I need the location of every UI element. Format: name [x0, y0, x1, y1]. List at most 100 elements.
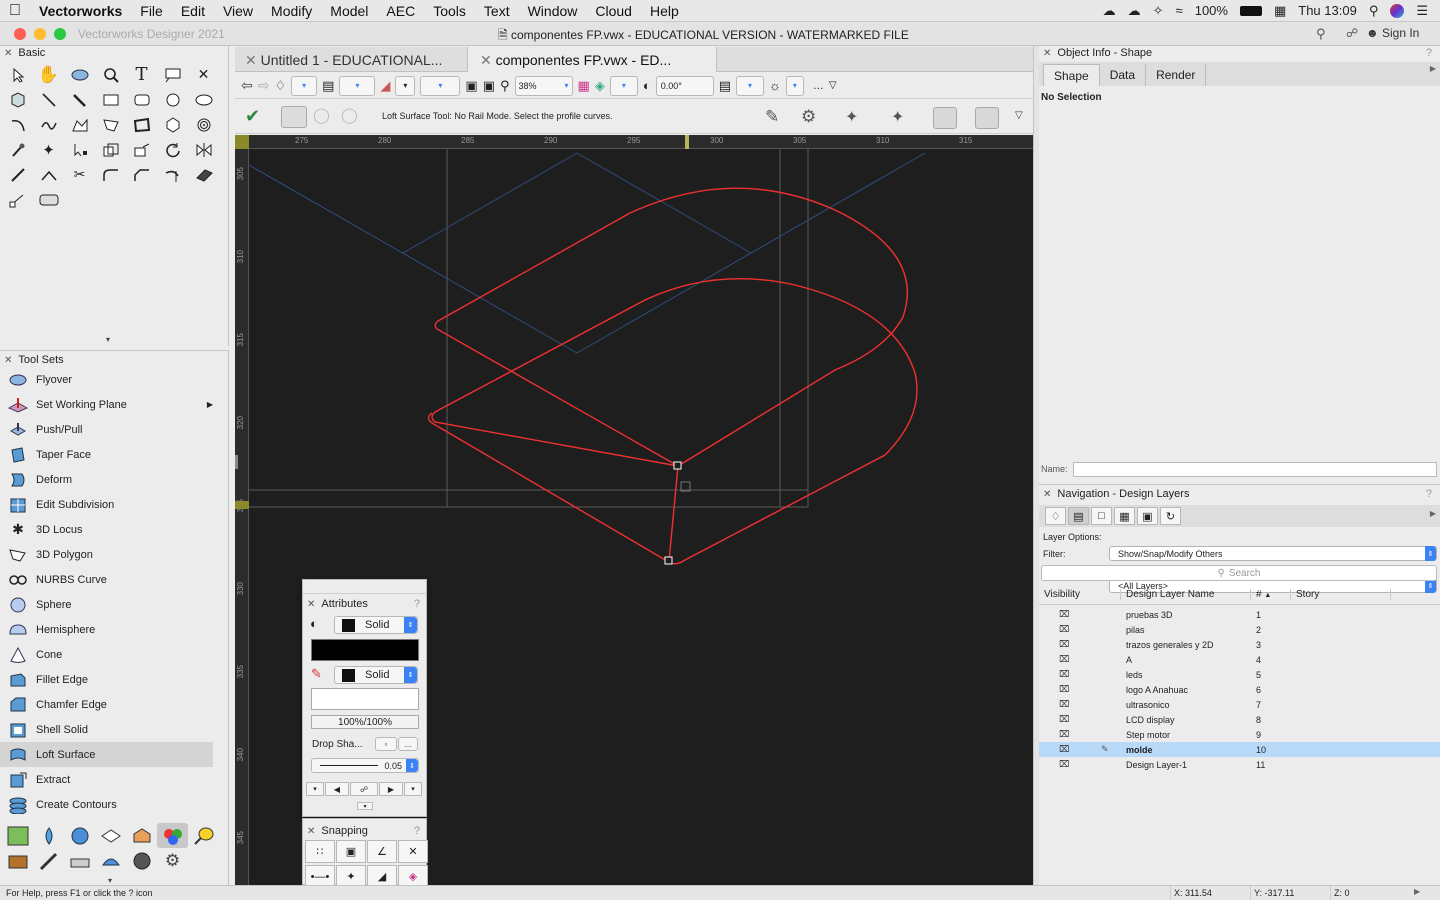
double-line-tool[interactable] — [64, 87, 95, 112]
menu-app[interactable]: Vectorworks — [30, 3, 131, 19]
name-field[interactable] — [1073, 462, 1437, 477]
oval-tool[interactable] — [188, 87, 219, 112]
snap-to-intersection-icon[interactable]: ✕ — [398, 840, 428, 863]
zoom-window-button[interactable] — [54, 28, 66, 40]
column-story[interactable]: Story — [1291, 589, 1391, 600]
notification-center-icon[interactable]: ☰ — [1416, 3, 1428, 19]
pen-preview[interactable] — [311, 688, 419, 710]
spotlight-icon[interactable]: ⚲ — [1369, 3, 1379, 19]
dimension-tool[interactable]: ✕ — [188, 62, 219, 87]
saved-views-tab-icon[interactable]: ▣ — [1137, 507, 1158, 525]
snap-to-angle-icon[interactable]: ∠ — [367, 840, 397, 863]
battery-icon[interactable] — [1239, 5, 1262, 16]
tab-untitled[interactable]: ✕ Untitled 1 - EDUCATIONAL... — [245, 52, 442, 69]
layers-icon[interactable]: ▤ — [322, 78, 334, 94]
building-shell-toolset-icon[interactable] — [64, 823, 95, 848]
saved-views-icon[interactable]: ♢ — [274, 78, 286, 94]
clip-tool[interactable] — [2, 187, 33, 212]
zoom-fit-icon[interactable]: ▣ — [465, 78, 477, 94]
submenu-arrow-icon[interactable]: ▶ — [207, 400, 213, 409]
help-icon[interactable]: ? — [1426, 488, 1440, 500]
help-icon[interactable]: ? — [414, 825, 426, 837]
column-number[interactable]: # ▲ — [1251, 589, 1291, 600]
pen-style-dropdown[interactable]: Solid ⇕ — [334, 666, 418, 684]
visibility-toggle-icon[interactable]: ⌧ — [1039, 729, 1121, 740]
no-rail-mode-button[interactable] — [281, 106, 307, 128]
callout-tool[interactable] — [157, 62, 188, 87]
close-icon[interactable]: ✕ — [307, 826, 315, 837]
unified-view-icon[interactable]: ▦ — [578, 78, 590, 94]
preferences-button[interactable] — [975, 107, 999, 129]
visibility-toggle-icon[interactable]: ⌧ — [1039, 654, 1121, 665]
one-rail-mode-icon[interactable]: ◯ — [313, 106, 339, 128]
drop-shadow-options-button[interactable]: ... — [398, 737, 418, 751]
cloud-icon[interactable]: ☁ — [1128, 3, 1141, 19]
visibility-toggle-icon[interactable]: ⌧ — [1039, 684, 1121, 695]
back-arrow-icon[interactable]: ⇦ — [241, 77, 253, 94]
tool-extract[interactable]: Extract — [0, 767, 213, 792]
column-layer-name[interactable]: Design Layer Name — [1121, 589, 1251, 600]
apple-icon[interactable]:  — [0, 2, 30, 20]
close-icon[interactable]: ✕ — [1043, 48, 1051, 59]
pen-icon[interactable]: ✎ — [311, 666, 322, 682]
landscape-toolset-icon[interactable] — [33, 823, 64, 848]
detailing-toolset-icon[interactable] — [33, 848, 64, 873]
view-bar-menu-icon[interactable]: ▽ — [829, 80, 837, 91]
furniture-toolset-icon[interactable] — [126, 823, 157, 848]
rectangle-tool[interactable] — [95, 87, 126, 112]
end-marker-icon[interactable]: ▶ — [379, 782, 403, 796]
fabrication-toolset-icon[interactable] — [2, 848, 33, 873]
visibility-toggle-icon[interactable]: ⌧ — [1039, 669, 1121, 680]
tool-chamfer-edge[interactable]: Chamfer Edge — [0, 692, 213, 717]
collapse-chevron-icon[interactable]: ▾ — [108, 876, 112, 885]
fill-icon[interactable]: ◐ — [310, 616, 318, 631]
layer-row[interactable]: ⌧ Design Layer-1 11 — [1039, 757, 1440, 772]
fillet-tool[interactable] — [95, 162, 126, 187]
left-splitter-handle[interactable] — [235, 455, 238, 469]
menu-help[interactable]: Help — [641, 3, 688, 19]
menu-window[interactable]: Window — [519, 3, 587, 19]
lighting-toolset-icon[interactable] — [188, 823, 219, 848]
regular-polygon-tool[interactable] — [157, 112, 188, 137]
plane-mode-icon[interactable]: ✦ — [845, 107, 858, 127]
clock[interactable]: Thu 13:09 — [1298, 3, 1357, 18]
siri-icon[interactable] — [1390, 3, 1405, 18]
layer-row[interactable]: ⌧ pilas 2 — [1039, 622, 1440, 637]
menu-text[interactable]: Text — [475, 3, 519, 19]
symbol-insertion-tool[interactable] — [33, 187, 64, 212]
visibility-toggle-icon[interactable]: ⌧ — [1039, 744, 1121, 755]
help-icon[interactable]: ? — [1426, 47, 1440, 59]
tool-cone[interactable]: Cone — [0, 642, 213, 667]
menu-file[interactable]: File — [131, 3, 172, 19]
tool-push-pull[interactable]: Push/Pull — [0, 417, 213, 442]
tool-fillet-edge[interactable]: Fillet Edge — [0, 667, 213, 692]
help-icon[interactable]: ? — [414, 598, 426, 610]
snap-to-grid-icon[interactable]: ∷ — [305, 840, 335, 863]
rounded-rectangle-tool[interactable] — [126, 87, 157, 112]
references-tab-icon[interactable]: ↻ — [1160, 507, 1181, 525]
loft-settings-gear-icon[interactable]: ⚙ — [801, 107, 816, 127]
split-tool[interactable] — [157, 162, 188, 187]
reshape-tool[interactable] — [64, 137, 95, 162]
surface-mode-icon[interactable]: ✦ — [891, 107, 904, 127]
solid-mode-button[interactable] — [933, 107, 957, 129]
flyover-tool[interactable] — [64, 62, 95, 87]
pick-profile-icon[interactable]: ✎ — [765, 107, 779, 127]
eyedropper-tool[interactable] — [2, 137, 33, 162]
snap-to-object-icon[interactable]: ▣ — [336, 840, 366, 863]
magic-wand-tool[interactable]: ✦ — [33, 137, 64, 162]
connect-combine-tool[interactable] — [33, 162, 64, 187]
settings-toolset-icon[interactable]: ⚙ — [157, 848, 188, 873]
render-mode-icon[interactable]: ◢ — [380, 78, 390, 94]
panel-menu-icon[interactable]: ▶ — [1430, 509, 1436, 518]
line-weight-dropdown[interactable]: 0.05 ⇕ — [311, 758, 419, 773]
visibility-toggle-icon[interactable]: ⌧ — [1039, 759, 1121, 770]
drop-shadow-toggle[interactable]: ▫ — [375, 737, 397, 751]
tool-flyover[interactable]: Flyover — [0, 367, 213, 392]
zoom-in-icon[interactable]: ▣ — [483, 78, 495, 94]
site-planning-toolset-icon[interactable] — [2, 823, 33, 848]
minimize-window-button[interactable] — [34, 28, 46, 40]
chamfer-tool[interactable] — [126, 162, 157, 187]
extrude-tool[interactable] — [2, 87, 33, 112]
design-layers-tab-icon[interactable]: ▤ — [1068, 507, 1089, 525]
